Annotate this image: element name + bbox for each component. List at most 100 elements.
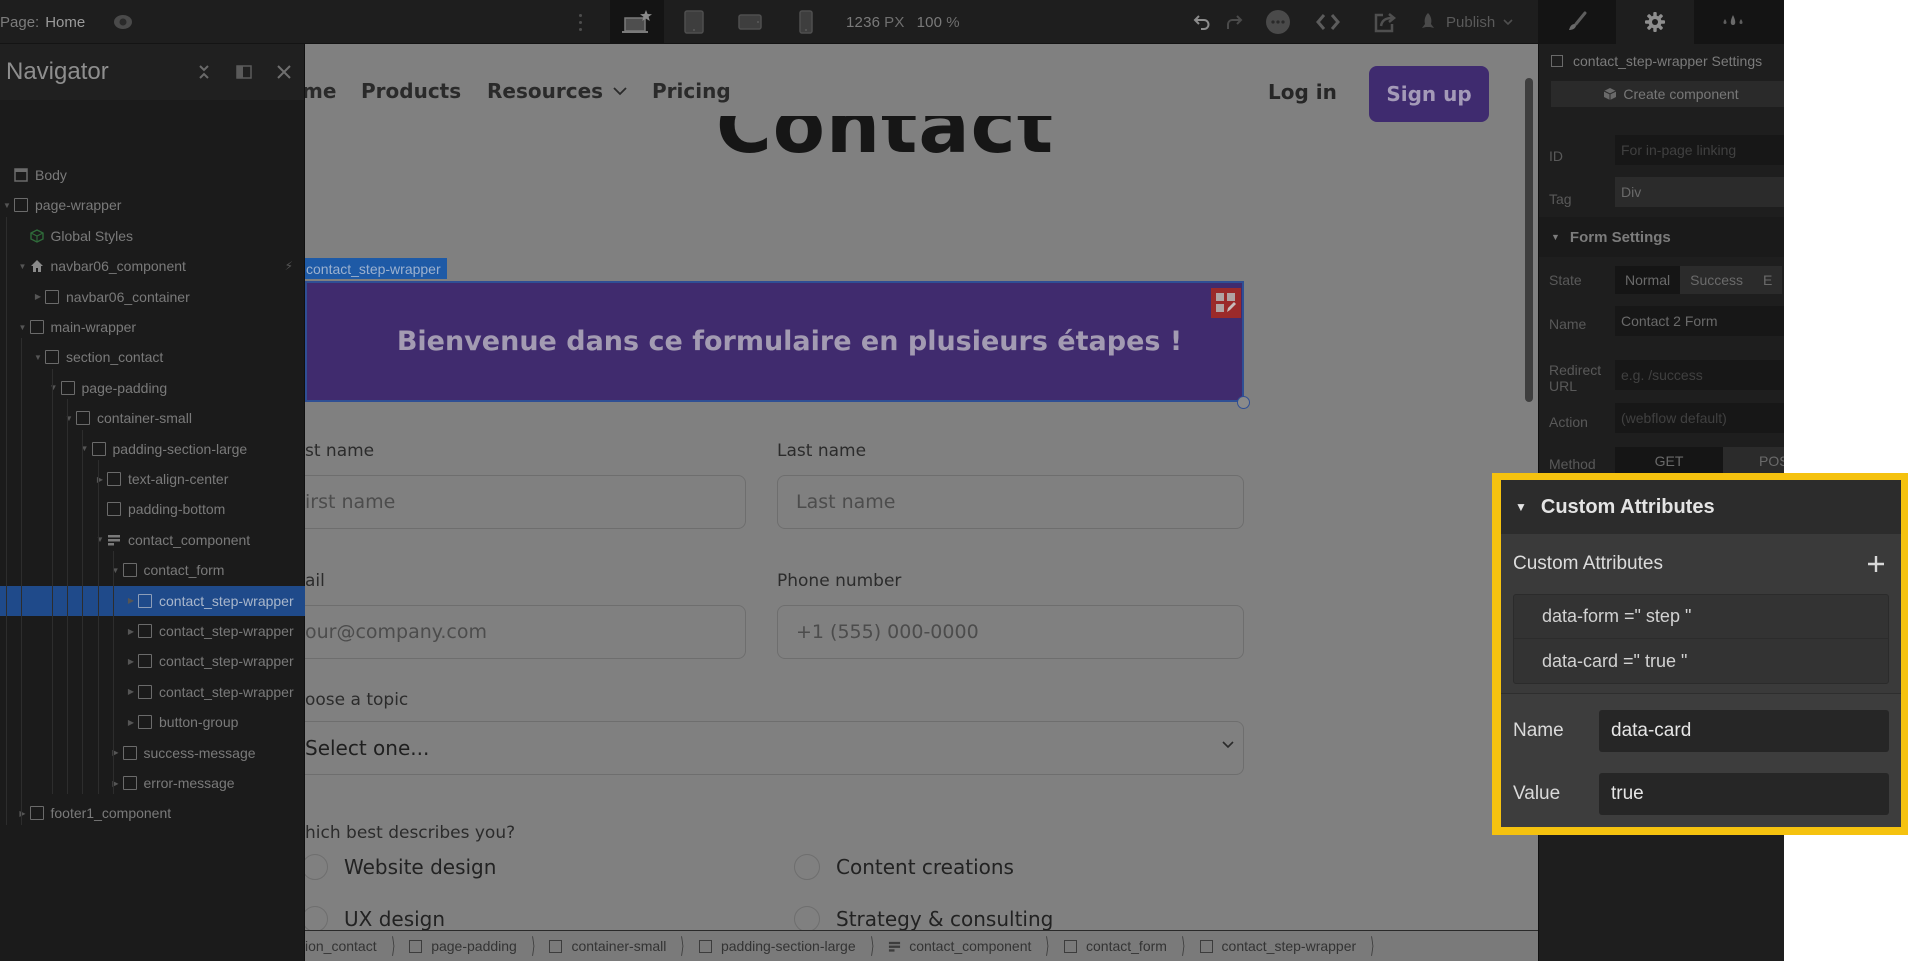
- tree-item-section-contact[interactable]: ▼ section_contact: [0, 342, 305, 372]
- id-input[interactable]: For in-page linking: [1615, 135, 1784, 165]
- tab-settings[interactable]: [1616, 0, 1694, 44]
- caret-right-icon[interactable]: ▶: [18, 809, 28, 818]
- collapse-all-button[interactable]: [184, 64, 224, 80]
- email-input[interactable]: our@company.com: [305, 605, 746, 659]
- caret-right-icon[interactable]: ▶: [126, 627, 136, 636]
- tree-item-global styles[interactable]: Global Styles: [0, 221, 305, 251]
- tree-item-padding-section-large[interactable]: ▼ padding-section-large: [0, 434, 305, 464]
- method-post[interactable]: POS: [1723, 447, 1784, 475]
- tab-style[interactable]: [1538, 0, 1616, 44]
- caret-right-icon[interactable]: ▶: [95, 475, 105, 484]
- radio-strategy-consulting[interactable]: Strategy & consulting: [794, 906, 1053, 930]
- caret-down-icon[interactable]: ▼: [18, 323, 28, 332]
- share-button[interactable]: [1370, 0, 1400, 44]
- tree-item-button-group[interactable]: ▶ button-group: [0, 707, 305, 737]
- breadcrumb-item[interactable]: padding-section-large ⟩: [693, 931, 882, 961]
- tree-item-contact-step-wrapper[interactable]: ▶ contact_step-wrapper: [0, 646, 305, 676]
- caret-down-icon[interactable]: ▼: [80, 444, 90, 453]
- first-name-input[interactable]: irst name: [305, 475, 746, 529]
- breakpoint-desktop[interactable]: [610, 0, 664, 44]
- caret-right-icon[interactable]: ▶: [126, 687, 136, 696]
- radio-ux-design[interactable]: UX design: [305, 906, 445, 930]
- site-nav-link-resources[interactable]: Resources: [487, 79, 627, 103]
- breadcrumb-item[interactable]: page-padding ⟩: [403, 931, 543, 961]
- site-nav-link-pricing[interactable]: Pricing: [652, 79, 731, 103]
- caret-right-icon[interactable]: ▶: [126, 718, 136, 727]
- undo-button[interactable]: [1190, 0, 1214, 44]
- attribute-item-data-card[interactable]: data-card =" true ": [1514, 639, 1888, 683]
- radio-content-creations[interactable]: Content creations: [794, 854, 1014, 880]
- redirect-input[interactable]: e.g. /success: [1615, 360, 1784, 390]
- caret-down-icon[interactable]: ▼: [33, 353, 43, 362]
- state-normal[interactable]: Normal: [1615, 266, 1681, 294]
- last-name-input[interactable]: Last name: [777, 475, 1244, 529]
- form-settings-header[interactable]: ▼ Form Settings: [1539, 217, 1784, 257]
- caret-down-icon[interactable]: ▼: [95, 535, 105, 544]
- custom-attributes-header[interactable]: ▼ Custom Attributes: [1501, 480, 1901, 534]
- breadcrumb-item[interactable]: contact_step-wrapper ⟩: [1194, 931, 1383, 961]
- tree-item-main-wrapper[interactable]: ▼ main-wrapper: [0, 312, 305, 342]
- tree-item-text-align-center[interactable]: ▶ text-align-center: [0, 464, 305, 494]
- caret-down-icon[interactable]: ▼: [64, 414, 74, 423]
- breadcrumb-item[interactable]: contact_component ⟩: [882, 931, 1058, 961]
- breakpoint-tablet[interactable]: [667, 0, 721, 44]
- method-get[interactable]: GET: [1615, 447, 1723, 475]
- site-nav-link-products[interactable]: Products: [361, 79, 461, 103]
- topic-select[interactable]: Select one...: [305, 721, 1244, 775]
- state-success[interactable]: Success: [1680, 266, 1754, 294]
- attribute-item-data-form[interactable]: data-form =" step ": [1514, 595, 1888, 639]
- caret-right-icon[interactable]: ▶: [33, 292, 43, 301]
- publish-button[interactable]: Publish: [1418, 0, 1513, 44]
- tree-item-body[interactable]: Body: [0, 160, 305, 190]
- caret-right-icon[interactable]: ▶: [126, 657, 136, 666]
- tree-item-padding-bottom[interactable]: padding-bottom: [0, 494, 305, 524]
- radio-website-design[interactable]: Website design: [305, 854, 496, 880]
- create-component-button[interactable]: Create component: [1551, 81, 1784, 107]
- tree-item-footer1-component[interactable]: ▶ footer1_component: [0, 798, 305, 828]
- tree-item-page-wrapper[interactable]: ▼ page-wrapper: [0, 190, 305, 220]
- tree-item-navbar06-component[interactable]: ▼ navbar06_component ⚡: [0, 251, 305, 281]
- phone-input[interactable]: +1 (555) 000-0000: [777, 605, 1244, 659]
- preview-button[interactable]: [110, 0, 136, 44]
- breadcrumb-item[interactable]: container-small ⟩: [543, 931, 693, 961]
- breakpoint-mobile-landscape[interactable]: [723, 0, 777, 44]
- design-canvas[interactable]: me Products Resources Pricing Log in Sig…: [305, 44, 1538, 930]
- breakpoint-mobile-portrait[interactable]: [779, 0, 833, 44]
- caret-down-icon[interactable]: ▼: [2, 201, 12, 210]
- tag-select[interactable]: Div: [1615, 177, 1784, 207]
- add-attribute-button[interactable]: [1867, 549, 1885, 579]
- login-link[interactable]: Log in: [1268, 80, 1337, 104]
- component-edit-badge[interactable]: [1211, 288, 1241, 318]
- state-error[interactable]: E: [1753, 266, 1783, 294]
- caret-right-icon[interactable]: ▶: [126, 596, 136, 605]
- tree-item-error-message[interactable]: ▶ error-message: [0, 768, 305, 798]
- tree-item-page-padding[interactable]: ▼ page-padding: [0, 373, 305, 403]
- breadcrumb-item[interactable]: contact_form ⟩: [1058, 931, 1194, 961]
- ai-assistant-button[interactable]: [1264, 0, 1292, 44]
- close-navigator-button[interactable]: [264, 65, 304, 79]
- tree-item-contact-component[interactable]: ▼ contact_component: [0, 525, 305, 555]
- site-nav-link-home[interactable]: me: [305, 79, 336, 103]
- tree-item-contact-step-wrapper[interactable]: ▶ contact_step-wrapper: [0, 616, 305, 646]
- code-export-button[interactable]: [1313, 0, 1343, 44]
- attribute-value-input[interactable]: true: [1599, 773, 1889, 815]
- redo-button[interactable]: [1222, 0, 1246, 44]
- tree-item-container-small[interactable]: ▼ container-small: [0, 403, 305, 433]
- tab-interactions[interactable]: [1694, 0, 1772, 44]
- dock-panel-button[interactable]: [224, 64, 264, 80]
- action-input[interactable]: (webflow default): [1615, 403, 1784, 433]
- caret-down-icon[interactable]: ▼: [49, 383, 59, 392]
- caret-down-icon[interactable]: ▼: [18, 262, 28, 271]
- canvas-scrollbar[interactable]: [1525, 78, 1533, 402]
- tree-item-navbar06-container[interactable]: ▶ navbar06_container: [0, 282, 305, 312]
- tree-item-contact-step-wrapper[interactable]: ▶ contact_step-wrapper: [0, 585, 305, 616]
- contact-step-wrapper[interactable]: Bienvenue dans ce formulaire en plusieur…: [305, 281, 1244, 402]
- selected-element-tag[interactable]: contact_step-wrapper: [305, 258, 447, 279]
- tree-item-contact-step-wrapper[interactable]: ▶ contact_step-wrapper: [0, 677, 305, 707]
- page-selector[interactable]: Page: Home: [0, 0, 85, 44]
- more-menu-button[interactable]: [572, 0, 588, 44]
- caret-right-icon[interactable]: ▶: [111, 779, 121, 788]
- tree-item-contact-form[interactable]: ▼ contact_form: [0, 555, 305, 585]
- attribute-name-input[interactable]: data-card: [1599, 710, 1889, 752]
- breadcrumb-item[interactable]: ion_contact ⟩: [305, 931, 403, 961]
